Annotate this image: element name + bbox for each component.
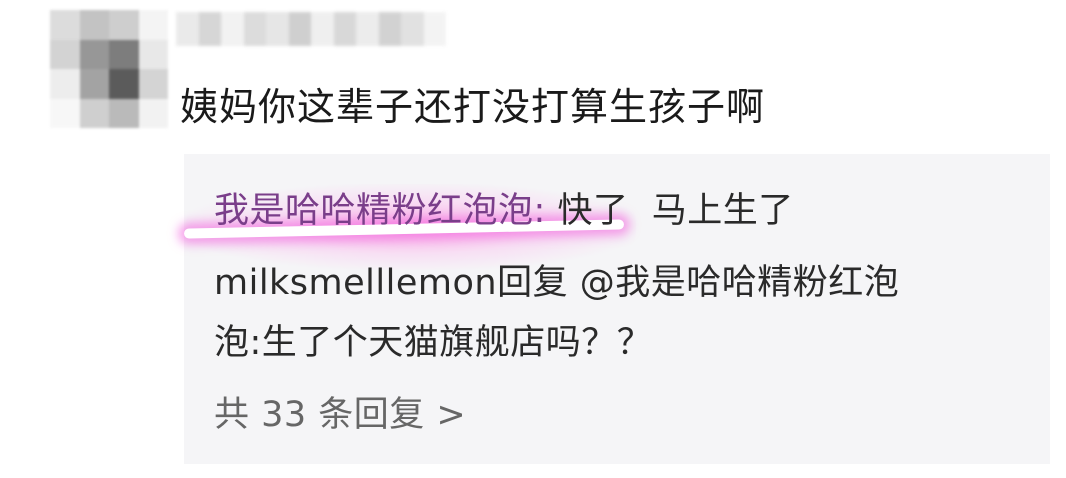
reply-item[interactable]: milksmelllemon回复 @我是哈哈精粉红泡 [214, 254, 899, 305]
reply-text: 快了 马上生了 [557, 191, 794, 231]
more-replies-link[interactable]: 共 33 条回复 > [214, 386, 466, 437]
reply-item[interactable]: 我是哈哈精粉红泡泡: 快了 马上生了 [214, 182, 794, 233]
comment-screenshot: 姨妈你这辈子还打没打算生孩子啊 我是哈哈精粉红泡泡: 快了 马上生了 milks… [0, 0, 1066, 478]
reply-text-continuation: 泡:生了个天猫旗舰店吗？？ [214, 323, 653, 363]
reply-separator: : [533, 191, 558, 231]
reply-author[interactable]: milksmelllemon [214, 263, 497, 303]
avatar[interactable] [50, 10, 168, 128]
comment-text: 姨妈你这辈子还打没打算生孩子啊 [180, 85, 766, 129]
reply-author[interactable]: 我是哈哈精粉红泡泡 [214, 191, 534, 231]
username-censored[interactable] [176, 12, 446, 46]
reply-text: 回复 @我是哈哈精粉红泡 [497, 263, 900, 303]
reply-thread: 我是哈哈精粉红泡泡: 快了 马上生了 milksmelllemon回复 @我是哈… [183, 154, 1050, 464]
